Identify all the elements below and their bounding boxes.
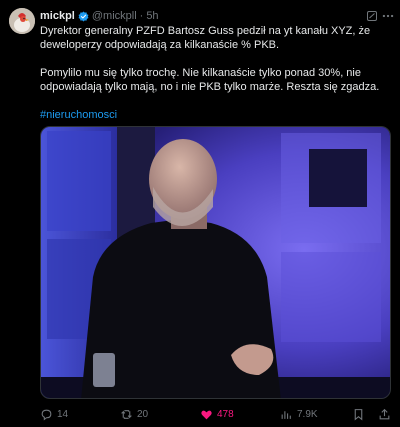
avatar[interactable] [9,8,35,34]
views-count: 7.9K [297,408,318,420]
separator-dot: · [139,10,144,22]
share-icon [379,408,390,419]
bookmark-button[interactable] [352,405,369,423]
action-bar: 14 20 478 7.9K [40,405,392,423]
reply-count: 14 [57,408,69,420]
grok-icon[interactable] [366,9,378,21]
repost-count: 20 [137,408,149,420]
verified-badge-icon [78,10,89,22]
tweet[interactable]: mickpl @mickpll · 5h Dyrektor generalny … [0,0,400,427]
tweet-image[interactable] [40,126,391,399]
reply-button[interactable]: 14 [40,405,68,423]
like-button[interactable]: 478 [200,405,234,423]
tweet-time[interactable]: 5h [146,9,158,23]
reply-icon [41,409,52,420]
tweet-paragraph: Dyrektor generalny PZFD Bartosz Guss ped… [40,25,371,51]
tweet-paragraph: Pomylilo mu się tylko trochę. Nie kilkan… [40,67,380,93]
author-name[interactable]: mickpl [40,9,75,23]
views-icon [281,410,291,419]
tweet-header: mickpl @mickpll · 5h [40,8,392,24]
hashtag-link[interactable]: #nieruchomosci [40,108,392,122]
repost-icon [121,409,132,419]
share-button[interactable] [378,405,395,423]
more-icon[interactable] [381,9,395,21]
tweet-text: Dyrektor generalny PZFD Bartosz Guss ped… [40,24,392,122]
like-icon [201,410,212,419]
views-button[interactable]: 7.9K [280,405,318,423]
like-count: 478 [217,408,234,420]
bookmark-icon [354,408,363,421]
author-handle[interactable]: @mickpll [92,9,137,23]
repost-button[interactable]: 20 [120,405,148,423]
